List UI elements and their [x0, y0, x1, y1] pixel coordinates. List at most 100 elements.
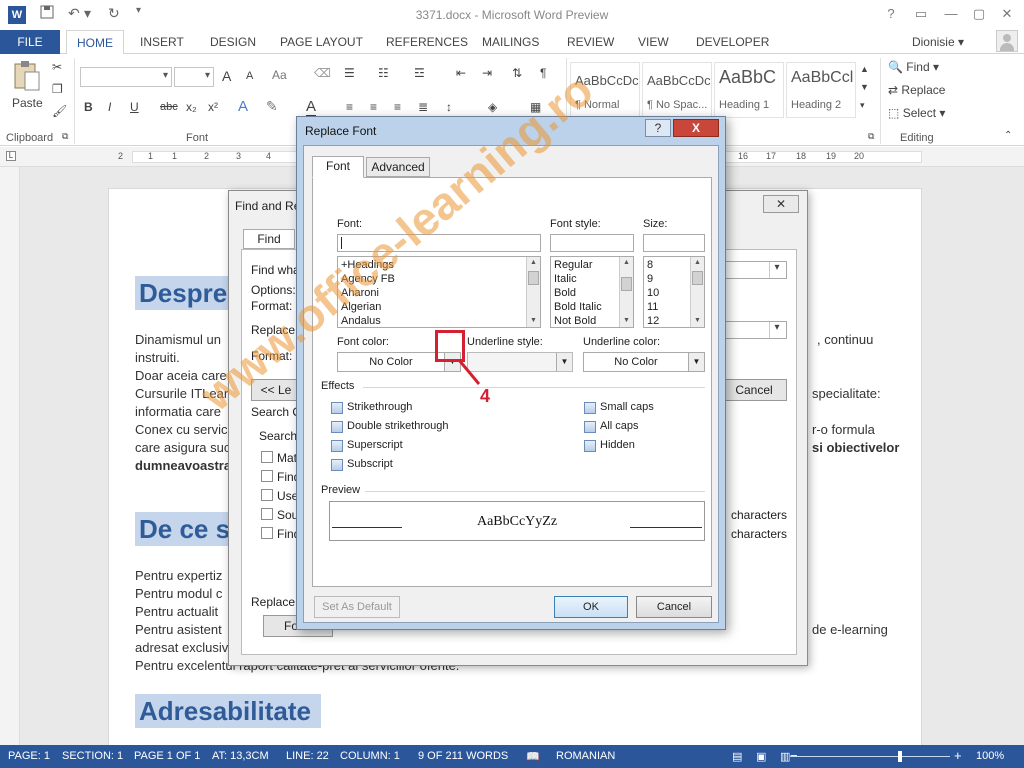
copy-icon[interactable]: ❐	[52, 82, 63, 96]
styles-more-icon[interactable]: ▾	[860, 100, 865, 111]
minimize-icon[interactable]: —	[940, 4, 962, 24]
text-effects-icon[interactable]: A	[238, 98, 248, 115]
size-list-item[interactable]: 11	[647, 301, 658, 313]
font-list-item[interactable]: Aharoni	[341, 287, 379, 299]
size-list[interactable]: 8 9 10 11 12 ▲ ▼	[643, 256, 705, 328]
format-painter-icon[interactable]: 🖌	[52, 104, 67, 118]
tab-home[interactable]: HOME	[66, 30, 124, 55]
shading-icon[interactable]: ◈	[488, 100, 497, 114]
styles-scroll-down-icon[interactable]: ▼	[860, 82, 869, 92]
tab-page-layout[interactable]: PAGE LAYOUT	[280, 30, 363, 54]
all-caps-checkbox[interactable]	[584, 421, 596, 433]
align-left-icon[interactable]: ≡	[346, 100, 353, 114]
font-style-input[interactable]	[550, 234, 634, 252]
underline-color-dropdown[interactable]: No Color ▼	[583, 352, 705, 372]
status-page-of[interactable]: PAGE 1 OF 1	[134, 750, 200, 762]
ok-button[interactable]: OK	[554, 596, 628, 618]
size-input[interactable]	[643, 234, 705, 252]
select-button[interactable]: ⬚ Select ▾	[888, 106, 945, 120]
read-mode-icon[interactable]: ▤	[732, 750, 742, 763]
doc-line[interactable]: Doar aceia care	[135, 368, 227, 383]
scroll-thumb[interactable]	[528, 271, 539, 285]
borders-icon[interactable]: ▦	[530, 100, 541, 114]
styles-scroll-up-icon[interactable]: ▲	[860, 64, 869, 74]
tab-advanced[interactable]: Advanced	[366, 157, 430, 177]
doc-heading[interactable]: De ce s	[135, 512, 241, 546]
font-style-item[interactable]: Italic	[554, 273, 577, 285]
close-icon[interactable]: ✕	[763, 195, 799, 213]
small-caps-checkbox[interactable]	[584, 402, 596, 414]
styles-launcher-icon[interactable]: ⧉	[868, 131, 874, 142]
cancel-button[interactable]: Cancel	[721, 379, 787, 401]
print-layout-icon[interactable]: ▣	[756, 750, 766, 763]
web-layout-icon[interactable]: ▥	[780, 750, 790, 763]
use-wildcards-checkbox[interactable]	[261, 489, 273, 501]
underline-button[interactable]: U	[130, 100, 139, 114]
scrollbar[interactable]: ▲ ▼	[526, 257, 540, 327]
size-list-item[interactable]: 12	[647, 315, 659, 327]
zoom-in-button[interactable]: +	[954, 748, 962, 763]
scroll-thumb[interactable]	[621, 277, 632, 291]
tab-mailings[interactable]: MAILINGS	[482, 30, 539, 54]
close-button[interactable]: X	[673, 119, 719, 137]
paste-icon[interactable]	[12, 60, 42, 95]
sounds-like-checkbox[interactable]	[261, 508, 273, 520]
status-word-count[interactable]: 9 OF 211 WORDS	[418, 750, 508, 762]
status-column[interactable]: COLUMN: 1	[340, 750, 400, 762]
subscript-button[interactable]: x₂	[186, 100, 197, 114]
double-strikethrough-checkbox[interactable]	[331, 421, 343, 433]
doc-line[interactable]: adresat exclusiv	[135, 640, 228, 655]
find-what-combo[interactable]	[721, 261, 787, 279]
doc-heading[interactable]: Despre	[135, 276, 238, 310]
font-list-item[interactable]: +Headings	[341, 259, 394, 271]
size-list-item[interactable]: 9	[647, 273, 653, 285]
font-name-combo[interactable]	[80, 67, 172, 87]
numbering-icon[interactable]: ☷	[378, 66, 389, 80]
clear-format-icon[interactable]: ⌫	[314, 66, 331, 80]
tab-view[interactable]: VIEW	[638, 30, 669, 54]
font-style-item[interactable]: Regular	[554, 259, 593, 271]
decrease-indent-icon[interactable]: ⇤	[456, 66, 466, 80]
sort-icon[interactable]: ⇅	[512, 66, 522, 80]
strikethrough-button[interactable]: abc	[160, 101, 178, 113]
style-heading-2[interactable]: AaBbCcl Heading 2	[786, 62, 856, 118]
tab-insert[interactable]: INSERT	[140, 30, 184, 54]
chevron-down-icon[interactable]: ▼	[688, 353, 704, 371]
italic-button[interactable]: I	[108, 100, 111, 114]
doc-line[interactable]: Pentru asistent	[135, 622, 222, 637]
doc-line-fragment[interactable]: si obiectivelor	[812, 440, 899, 455]
less-button[interactable]: << Le	[251, 379, 301, 401]
chevron-down-icon[interactable]: ▼	[556, 353, 572, 371]
find-all-forms-checkbox[interactable]	[261, 527, 273, 539]
tab-find[interactable]: Find	[243, 229, 295, 249]
change-case-button[interactable]: Aa	[272, 68, 287, 82]
ribbon-display-icon[interactable]: ▭	[910, 4, 932, 24]
cut-icon[interactable]: ✂	[52, 60, 62, 74]
doc-line-fragment[interactable]: de e-learning	[812, 622, 888, 637]
replace-button[interactable]: ⇄ Replace	[888, 83, 945, 97]
doc-line-fragment[interactable]: , continuu	[817, 332, 873, 347]
doc-line[interactable]: Dinamismul un	[135, 332, 221, 347]
user-name[interactable]: Dionisie ▾	[912, 30, 964, 54]
tab-file[interactable]: FILE	[0, 30, 60, 54]
scrollbar[interactable]: ▲ ▼	[619, 257, 633, 327]
doc-line-fragment[interactable]: r-o formula	[812, 422, 875, 437]
doc-line[interactable]: Pentru expertiz	[135, 568, 222, 583]
restore-icon[interactable]: ▢	[968, 4, 990, 24]
clipboard-launcher-icon[interactable]: ⧉	[62, 131, 68, 142]
grow-font-button[interactable]: A	[222, 68, 231, 84]
zoom-slider-track[interactable]	[790, 756, 950, 757]
style-normal[interactable]: AaBbCcDc ¶ Normal	[570, 62, 640, 118]
zoom-level[interactable]: 100%	[976, 750, 1004, 762]
superscript-button[interactable]: x²	[208, 100, 218, 114]
font-list[interactable]: +Headings Agency FB Aharoni Algerian And…	[337, 256, 541, 328]
font-style-item[interactable]: Not Bold	[554, 315, 596, 327]
align-right-icon[interactable]: ≡	[394, 100, 401, 114]
collapse-ribbon-icon[interactable]: ⌃	[1004, 130, 1012, 141]
superscript-checkbox[interactable]	[331, 440, 343, 452]
doc-line[interactable]: Pentru modul c	[135, 586, 222, 601]
subscript-checkbox[interactable]	[331, 459, 343, 471]
set-as-default-button[interactable]: Set As Default	[314, 596, 400, 618]
bullets-icon[interactable]: ☰	[344, 66, 355, 80]
size-list-item[interactable]: 8	[647, 259, 653, 271]
